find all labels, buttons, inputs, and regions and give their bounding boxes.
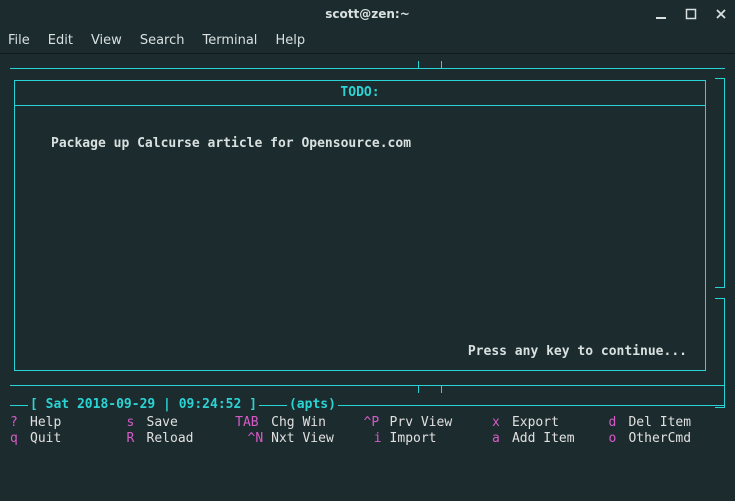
key-quit-l: Quit — [30, 431, 61, 447]
top-rule — [10, 60, 725, 76]
key-import-k: i — [364, 431, 390, 447]
key-row-2: qQuit RReload ^NNxt View iImport aAdd It… — [10, 431, 725, 447]
key-chgwin-k: TAB — [235, 415, 271, 431]
status-date: [ Sat 2018-09-29 | 09:24:52 ] — [28, 397, 259, 413]
key-reload-k: R — [127, 431, 147, 447]
keybindings: ?Help sSave TABChg Win ^PPrv View xExpor… — [10, 415, 725, 447]
key-save-k: s — [127, 415, 147, 431]
key-additem-l: Add Item — [512, 431, 575, 447]
key-prvview-l: Prv View — [390, 415, 453, 431]
key-help-l: Help — [30, 415, 61, 431]
continue-prompt: Press any key to continue... — [468, 344, 687, 360]
key-othercmd-k: o — [608, 431, 628, 447]
status-bar: [ Sat 2018-09-29 | 09:24:52 ] (apts) — [10, 397, 725, 413]
todo-header: TODO: — [15, 81, 705, 106]
todo-item: Package up Calcurse article for Opensour… — [51, 136, 685, 152]
key-prvview-k: ^P — [364, 415, 390, 431]
menu-view[interactable]: View — [91, 33, 122, 48]
key-quit-k: q — [10, 431, 30, 447]
menu-help[interactable]: Help — [275, 33, 305, 48]
maximize-icon[interactable] — [683, 6, 699, 22]
key-delitem-l: Del Item — [628, 415, 691, 431]
key-export-l: Export — [512, 415, 559, 431]
window-controls — [653, 0, 729, 28]
menu-file[interactable]: File — [8, 33, 30, 48]
bottom-rule — [10, 377, 725, 393]
menubar: File Edit View Search Terminal Help — [0, 28, 735, 54]
key-nxtview-l: Nxt View — [271, 431, 334, 447]
key-reload-l: Reload — [147, 431, 194, 447]
key-import-l: Import — [390, 431, 437, 447]
menu-edit[interactable]: Edit — [48, 33, 73, 48]
key-help-k: ? — [10, 415, 30, 431]
key-export-k: x — [492, 415, 512, 431]
side-panel-fragment-upper — [715, 78, 725, 288]
key-othercmd-l: OtherCmd — [628, 431, 691, 447]
terminal-area[interactable]: TODO: Package up Calcurse article for Op… — [0, 54, 735, 501]
menu-terminal[interactable]: Terminal — [202, 33, 257, 48]
close-icon[interactable] — [713, 6, 729, 22]
key-additem-k: a — [492, 431, 512, 447]
todo-panel: TODO: Package up Calcurse article for Op… — [14, 80, 706, 371]
window-title: scott@zen:~ — [325, 7, 410, 21]
status-apts: (apts) — [287, 397, 338, 413]
menu-search[interactable]: Search — [140, 33, 185, 48]
key-chgwin-l: Chg Win — [271, 415, 326, 431]
side-panel-fragment-lower — [715, 298, 725, 408]
minimize-icon[interactable] — [653, 6, 669, 22]
key-save-l: Save — [147, 415, 178, 431]
key-delitem-k: d — [608, 415, 628, 431]
key-row-1: ?Help sSave TABChg Win ^PPrv View xExpor… — [10, 415, 725, 431]
key-nxtview-k: ^N — [235, 431, 271, 447]
titlebar: scott@zen:~ — [0, 0, 735, 28]
